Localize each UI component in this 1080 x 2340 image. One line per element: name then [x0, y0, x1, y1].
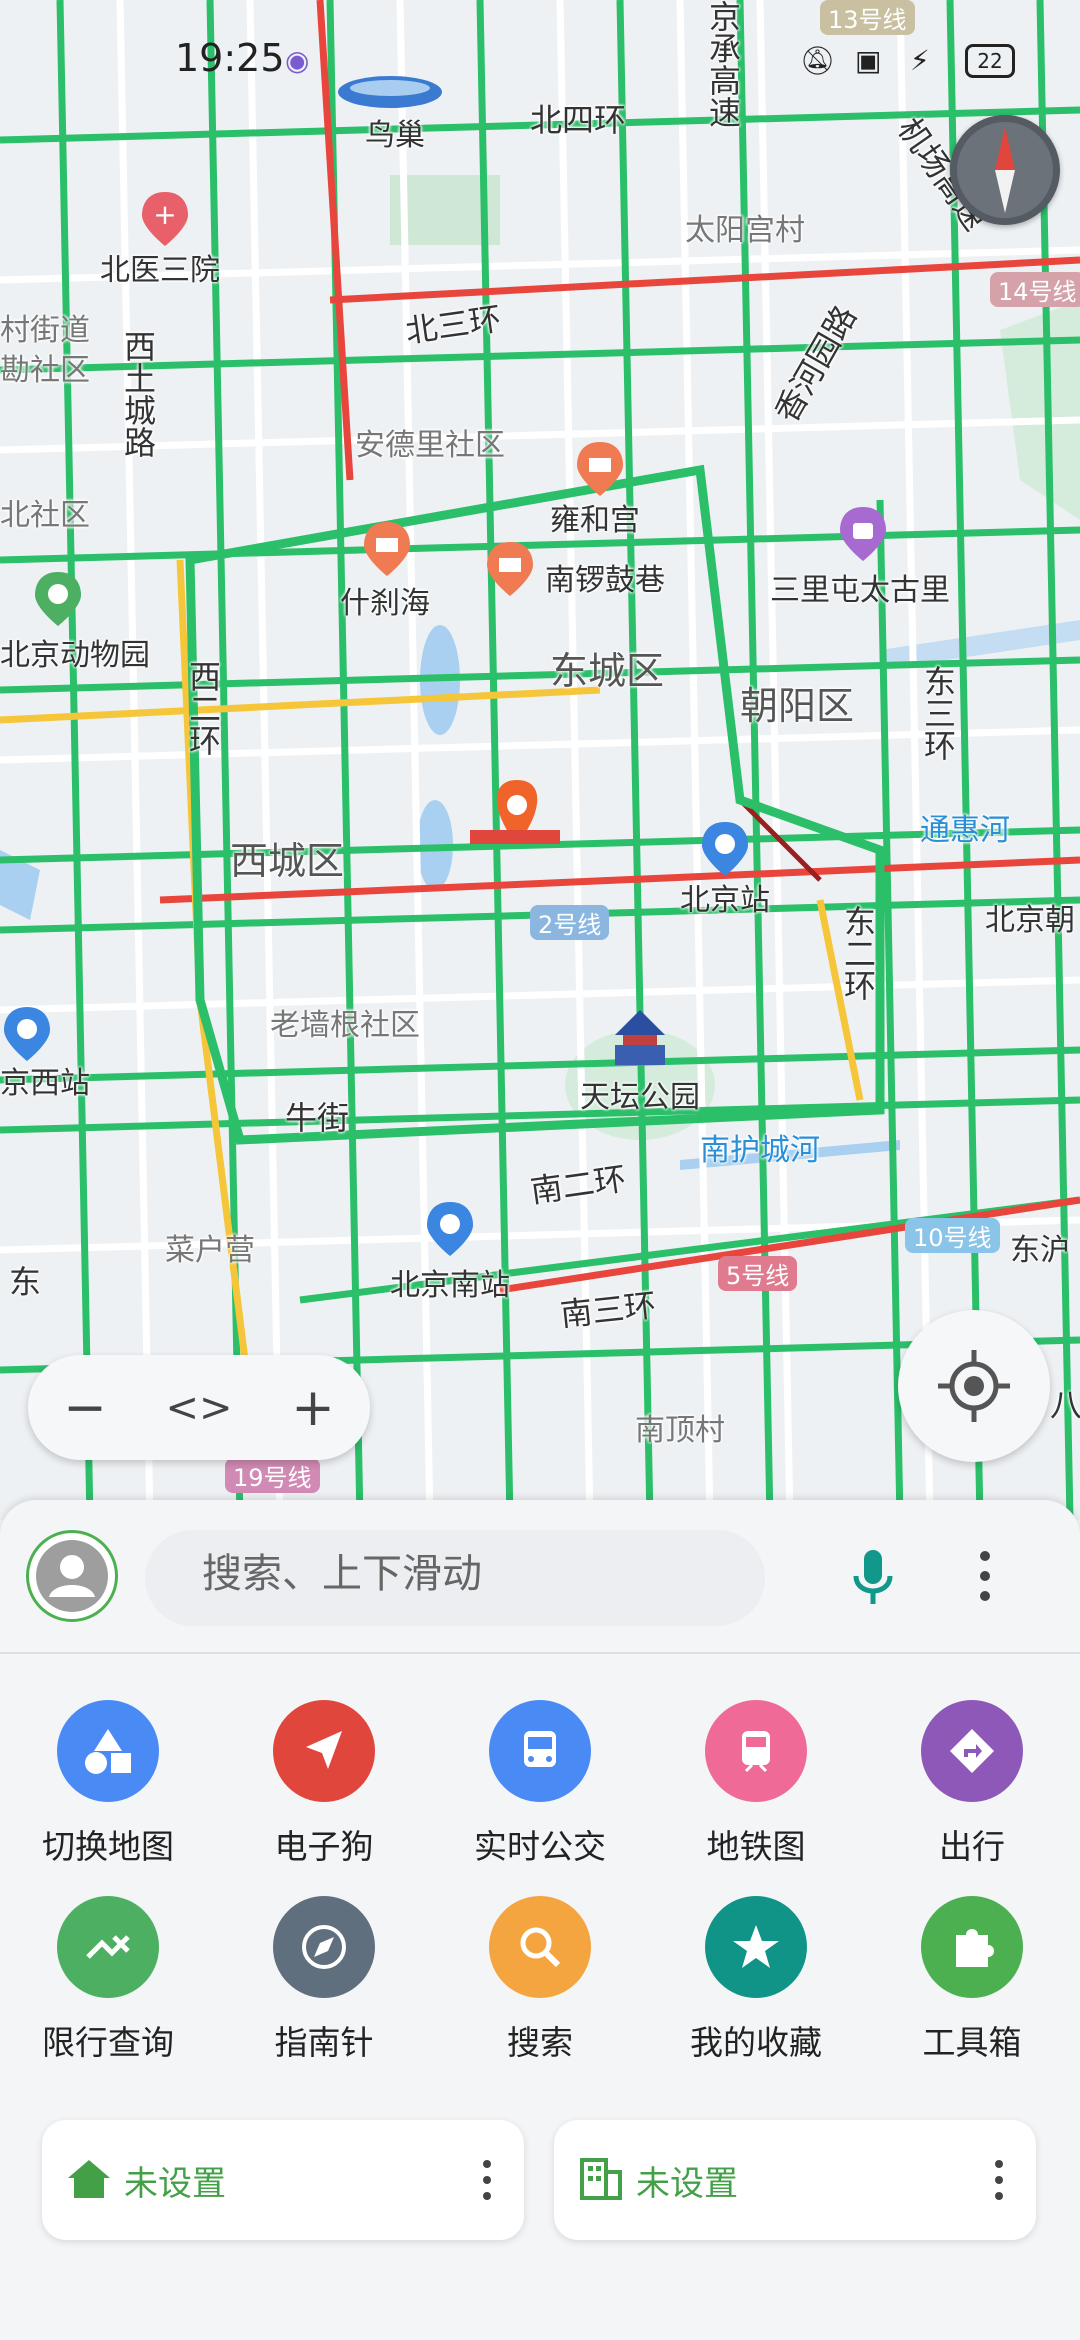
map-label: 南顶村 [635, 1413, 725, 1448]
map-label: 北京动物园 [0, 638, 150, 673]
more-options-icon[interactable] [480, 2158, 494, 2202]
locate-me-button[interactable] [898, 1310, 1050, 1462]
more-options-icon[interactable] [975, 1550, 995, 1606]
crosshair-icon [938, 1350, 1010, 1422]
shortcut-realtime-bus[interactable]: 实时公交 [432, 1700, 648, 1868]
search-row [0, 1500, 1080, 1654]
shortcut-search[interactable]: 搜索 [432, 1896, 648, 2064]
map-label: 南护城河 [700, 1133, 820, 1168]
svg-text:+: + [153, 198, 176, 231]
shortcut-restriction[interactable]: 限行查询 [0, 1896, 216, 2064]
map-label: 北京南站 [390, 1268, 510, 1303]
map-label: 菜户营 [165, 1233, 255, 1268]
shortcut-label: 指南针 [274, 2023, 374, 2062]
map-label: 八 [1050, 1386, 1080, 1424]
zoom-out-button[interactable]: − [35, 1378, 135, 1438]
map-label: 天坛公园 [580, 1080, 700, 1115]
shortcut-travel[interactable]: 出行 [864, 1700, 1080, 1868]
shortcut-switch-map[interactable]: 切换地图 [0, 1700, 216, 1868]
map-label: 北京朝 [985, 903, 1075, 938]
battery-indicator: 22 [965, 44, 1015, 78]
shortcut-label: 限行查询 [42, 2023, 174, 2062]
map-label: 西二环 [184, 660, 222, 756]
status-bar: 19:25 ◉ 🔕︎ ▣ ⚡︎ 22 [0, 0, 1080, 120]
navigation-arrow-icon [273, 1700, 375, 1802]
puzzle-icon [921, 1896, 1023, 1998]
microphone-icon[interactable] [850, 1548, 896, 1612]
star-icon [705, 1896, 807, 1998]
restriction-icon [57, 1896, 159, 1998]
map-label: 19号线 [225, 1458, 320, 1493]
work-card-label: 未设置 [636, 2164, 738, 2204]
shortcut-label: 切换地图 [42, 1827, 174, 1866]
game-controller-icon: ◉ [285, 44, 310, 77]
compass-icon [273, 1896, 375, 1998]
map-label: 牛街 [285, 1099, 350, 1137]
user-icon [36, 1540, 108, 1612]
map-label: 通惠河 [920, 813, 1010, 848]
map-label: 东 [4, 1265, 42, 1297]
map-label: 2号线 [530, 905, 610, 940]
map-label: 北社区 [0, 498, 90, 533]
map-label: 南锣鼓巷 [545, 563, 665, 598]
zoom-toggle-button[interactable]: <> [149, 1385, 249, 1431]
shortcut-favorites[interactable]: 我的收藏 [648, 1896, 864, 2064]
search-input[interactable] [200, 1550, 744, 1598]
home-card-label: 未设置 [124, 2164, 226, 2204]
shortcut-label: 工具箱 [922, 2023, 1022, 2062]
shortcut-label: 地铁图 [706, 1827, 806, 1866]
map-label: 安德里社区 [355, 428, 505, 463]
shortcut-label: 我的收藏 [690, 2023, 822, 2062]
bus-icon [489, 1700, 591, 1802]
shortcut-label: 实时公交 [474, 1827, 606, 1866]
zoom-control: − <> + [28, 1355, 370, 1460]
map-label: 东二环 [839, 905, 877, 1001]
map-label: 三里屯太古里 [770, 573, 950, 608]
map-label: 10号线 [905, 1218, 1000, 1253]
signal-icon: ⚡︎ [910, 44, 930, 77]
map-label: 西土城路 [119, 330, 157, 458]
directions-icon [921, 1700, 1023, 1802]
compass-needle-icon [957, 122, 1053, 218]
map-label: 太阳宫村 [685, 213, 805, 248]
map-label: 14号线 [990, 272, 1080, 307]
search-bar[interactable] [145, 1530, 765, 1626]
more-options-icon[interactable] [992, 2158, 1006, 2202]
subway-icon [705, 1700, 807, 1802]
shortcut-speed-camera[interactable]: 电子狗 [216, 1700, 432, 1868]
map-label: 西城区 [230, 839, 345, 883]
shortcut-label: 电子狗 [274, 1827, 374, 1866]
shortcut-compass[interactable]: 指南针 [216, 1896, 432, 2064]
bell-off-icon: 🔕︎ [800, 44, 836, 77]
shapes-icon [57, 1700, 159, 1802]
map-label: 什刹海 [340, 586, 430, 621]
map-label: 村街道 [0, 313, 90, 348]
map-label: 东沪 [1010, 1233, 1070, 1268]
sim-icon: ▣ [855, 44, 882, 77]
zoom-in-button[interactable]: + [263, 1378, 363, 1438]
building-icon [580, 2158, 622, 2200]
shortcut-toolbox[interactable]: 工具箱 [864, 1896, 1080, 2064]
map-label: 雍和宫 [550, 503, 640, 538]
status-time: 19:25 [175, 36, 285, 80]
map-label: 东三环 [919, 665, 957, 761]
search-icon [489, 1896, 591, 1998]
map-label: 朝阳区 [740, 684, 855, 728]
avatar[interactable] [26, 1530, 118, 1622]
home-icon [68, 2160, 110, 2198]
map-label: 勘社区 [0, 353, 90, 388]
shortcut-label: 搜索 [507, 2023, 573, 2062]
home-card[interactable]: 未设置 [42, 2120, 524, 2240]
shortcut-label: 出行 [939, 1827, 1005, 1866]
map-view[interactable]: 鸟巢 北四环 太阳宫村 北医三院 村街道 勘社区 北三环 西土城路 安德里社区 … [0, 0, 1080, 1520]
shortcut-subway-map[interactable]: 地铁图 [648, 1700, 864, 1868]
bottom-sheet[interactable]: 切换地图 电子狗 实时公交 地铁图 出行 [0, 1500, 1080, 2340]
map-label: 北医三院 [100, 253, 220, 288]
map-label: 东城区 [550, 649, 665, 693]
compass-button[interactable] [950, 115, 1060, 225]
map-label: 北京站 [680, 883, 770, 918]
work-card[interactable]: 未设置 [554, 2120, 1036, 2240]
map-label: 5号线 [718, 1256, 798, 1291]
map-label: 老墙根社区 [270, 1008, 420, 1043]
